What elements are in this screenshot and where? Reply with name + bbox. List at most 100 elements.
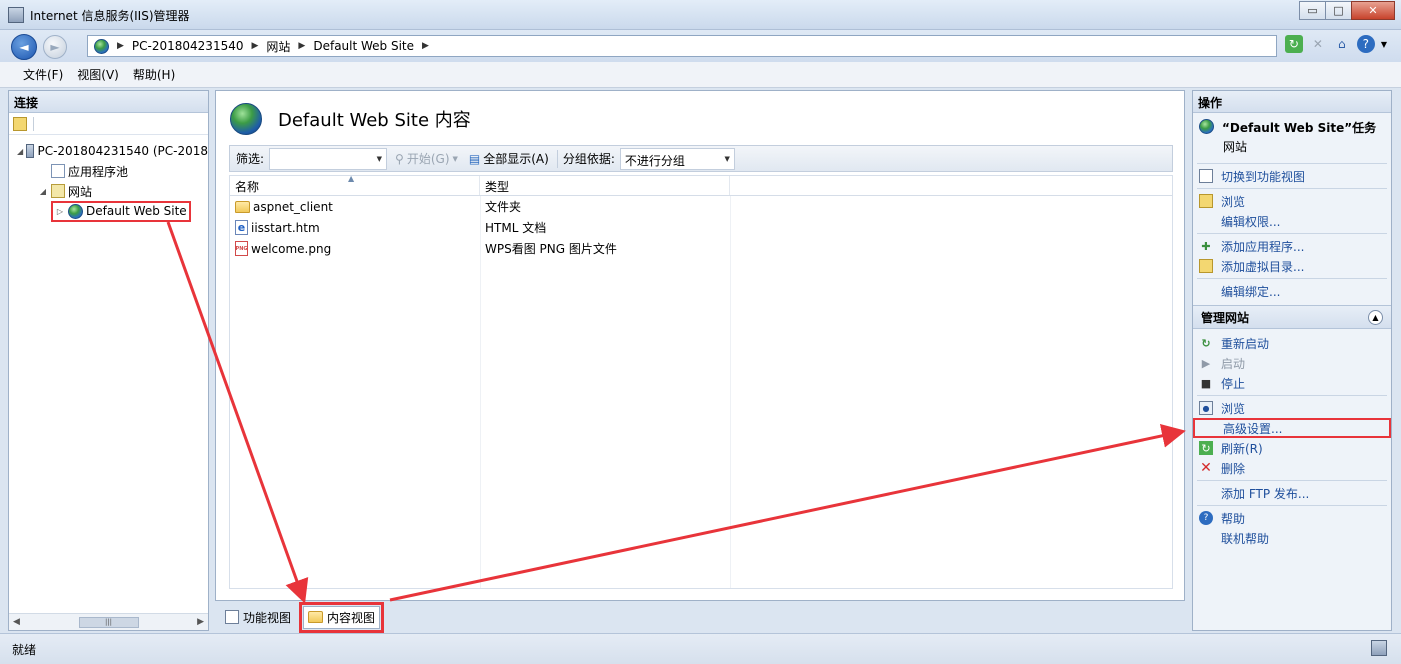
stop-icon: ■ (1200, 376, 1212, 390)
menu-help[interactable]: 帮助(H) (126, 66, 182, 83)
chevron-up-icon[interactable]: ▲ (1368, 309, 1383, 325)
tree-item-server[interactable]: ◢ PC-201804231540 (PC-2018 (9, 141, 208, 161)
show-all-button[interactable]: ▤ 全部显示(A) (466, 150, 552, 167)
add-ftp-publishing-link[interactable]: 添加 FTP 发布... (1193, 483, 1391, 503)
column-divider (480, 196, 481, 588)
filter-label: 筛选: (236, 152, 265, 166)
html-file-icon: e (235, 220, 248, 235)
home-icon[interactable]: ⌂ (1333, 35, 1351, 53)
tree-item-default-web-site[interactable]: ▷ Default Web Site (9, 200, 208, 222)
folder-icon (235, 200, 250, 213)
sort-ascending-icon: ▲ (348, 174, 355, 183)
chevron-right-icon[interactable]: ▶ (251, 41, 258, 51)
actions-title: 操作 (1193, 91, 1391, 113)
start-button[interactable]: ⚲ 开始(G) ▼ (392, 150, 461, 167)
title-bar: Internet 信息服务(IIS)管理器 ▭ □ ✕ (0, 0, 1401, 30)
browse-link[interactable]: ● 浏览 (1193, 398, 1391, 418)
add-virtual-directory-link[interactable]: 添加虚拟目录... (1193, 256, 1391, 276)
list-item[interactable]: aspnet_client 文件夹 (230, 196, 1172, 217)
edit-bindings-link[interactable]: 编辑绑定... (1193, 281, 1391, 301)
restart-icon: ↻ (1201, 336, 1211, 350)
divider (1197, 188, 1387, 189)
back-button[interactable]: ◄ (11, 34, 37, 60)
tab-features-view[interactable]: 功能视图 (221, 607, 295, 628)
tree-item-sites[interactable]: ◢ 网站 (9, 181, 208, 201)
tab-content-view[interactable]: 内容视图 (303, 605, 381, 629)
features-view-icon (225, 610, 239, 624)
view-tabs: 功能视图 内容视图 (221, 601, 385, 633)
maximize-button[interactable]: □ (1325, 1, 1352, 20)
switch-to-features-view[interactable]: 切换到功能视图 (1193, 166, 1391, 186)
divider (1197, 233, 1387, 234)
chevron-down-icon[interactable]: ▼ (1381, 40, 1387, 49)
help-link[interactable]: ? 帮助 (1193, 508, 1391, 528)
scroll-thumb[interactable]: ||| (78, 616, 139, 628)
start-link[interactable]: ▶ 启动 (1193, 353, 1391, 373)
highlight-box: ▷ Default Web Site (51, 200, 191, 222)
scroll-right-icon[interactable]: ▶ (197, 617, 204, 627)
refresh-icon[interactable]: ↻ (1284, 35, 1303, 53)
menu-file[interactable]: 文件(F) (16, 66, 70, 83)
connections-toolbar (9, 113, 208, 135)
forward-button[interactable]: ► (43, 35, 67, 59)
navigation-bar: ◄ ► ▶ PC-201804231540 ▶ 网站 ▶ Default Web… (0, 30, 1401, 62)
content-panel: Default Web Site 内容 筛选: ▼ ⚲ 开始(G) ▼ ▤ 全部… (215, 90, 1185, 601)
list-item[interactable]: e iisstart.htm HTML 文档 (230, 217, 1172, 238)
online-help-link[interactable]: 联机帮助 (1193, 528, 1391, 548)
address-breadcrumb[interactable]: ▶ PC-201804231540 ▶ 网站 ▶ Default Web Sit… (87, 35, 1277, 57)
column-header-name[interactable]: ▲ 名称 (230, 174, 480, 195)
breadcrumb-site[interactable]: Default Web Site (313, 39, 414, 53)
refresh-icon: ↻ (1199, 441, 1213, 455)
chevron-right-icon[interactable]: ▶ (422, 41, 429, 51)
advanced-settings-link[interactable]: 高级设置... (1193, 418, 1391, 438)
chevron-down-icon: ▼ (452, 154, 458, 163)
chevron-down-icon[interactable]: ▼ (377, 155, 382, 163)
stop-link[interactable]: ■ 停止 (1193, 373, 1391, 393)
delete-icon: ✕ (1200, 460, 1212, 476)
edit-permissions-link[interactable]: 编辑权限... (1193, 211, 1391, 231)
divider (1197, 163, 1387, 164)
refresh-link[interactable]: ↻ 刷新(R) (1193, 438, 1391, 458)
tree-item-label: 网站 (68, 184, 93, 199)
scroll-left-icon[interactable]: ◀ (13, 617, 20, 627)
delete-link[interactable]: ✕ 删除 (1193, 458, 1391, 478)
group-by-select[interactable]: 不进行分组 ▼ (619, 147, 735, 170)
connections-panel: 连接 ◢ PC-201804231540 (PC-2018 应用程序池 ◢ 网站… (8, 90, 209, 631)
collapse-icon[interactable]: ◢ (38, 187, 48, 196)
globe-icon (94, 38, 109, 54)
filter-input[interactable]: ▼ (269, 147, 388, 170)
column-header-type[interactable]: 类型 (480, 176, 730, 195)
close-button[interactable]: ✕ (1351, 1, 1395, 20)
content-header: Default Web Site 内容 (230, 103, 471, 135)
breadcrumb-server[interactable]: PC-201804231540 (132, 39, 244, 53)
chevron-down-icon[interactable]: ▼ (724, 155, 729, 163)
help-icon[interactable]: ? (1356, 35, 1375, 53)
add-application-link[interactable]: ✚ 添加应用程序... (1193, 236, 1391, 256)
chevron-right-icon[interactable]: ▶ (117, 41, 124, 51)
collapse-icon[interactable]: ◢ (17, 147, 23, 156)
highlight-box: 内容视图 (299, 601, 385, 633)
task-subtitle: 网站 (1223, 140, 1248, 154)
list-item[interactable]: PNG welcome.png WPS看图 PNG 图片文件 (230, 238, 1172, 259)
features-view-icon (1199, 169, 1213, 183)
restart-link[interactable]: ↻ 重新启动 (1193, 333, 1391, 353)
toolbar-divider (556, 149, 558, 168)
horizontal-scrollbar[interactable]: ◀ ||| ▶ (9, 613, 208, 630)
group-by-label: 分组依据: (562, 152, 615, 166)
chevron-right-icon[interactable]: ▶ (298, 41, 305, 51)
explore-link[interactable]: 浏览 (1193, 191, 1391, 211)
connections-tree: ◢ PC-201804231540 (PC-2018 应用程序池 ◢ 网站 ▷ … (9, 135, 208, 222)
menu-view[interactable]: 视图(V) (70, 66, 126, 83)
expand-icon[interactable]: ▷ (55, 207, 65, 216)
tree-item-app-pools[interactable]: 应用程序池 (9, 161, 208, 181)
manage-site-header[interactable]: 管理网站 ▲ (1193, 305, 1391, 329)
minimize-button[interactable]: ▭ (1299, 1, 1326, 20)
column-divider (730, 196, 731, 588)
list-header: ▲ 名称 类型 (230, 174, 1172, 196)
content-view-icon (308, 611, 324, 623)
breadcrumb-sites[interactable]: 网站 (266, 38, 290, 55)
connect-icon[interactable] (13, 116, 27, 131)
stop-icon[interactable]: ✕ (1309, 35, 1327, 53)
server-icon (26, 144, 35, 158)
content-list: ▲ 名称 类型 aspnet_client 文件夹 e iisstart.htm … (229, 174, 1173, 589)
